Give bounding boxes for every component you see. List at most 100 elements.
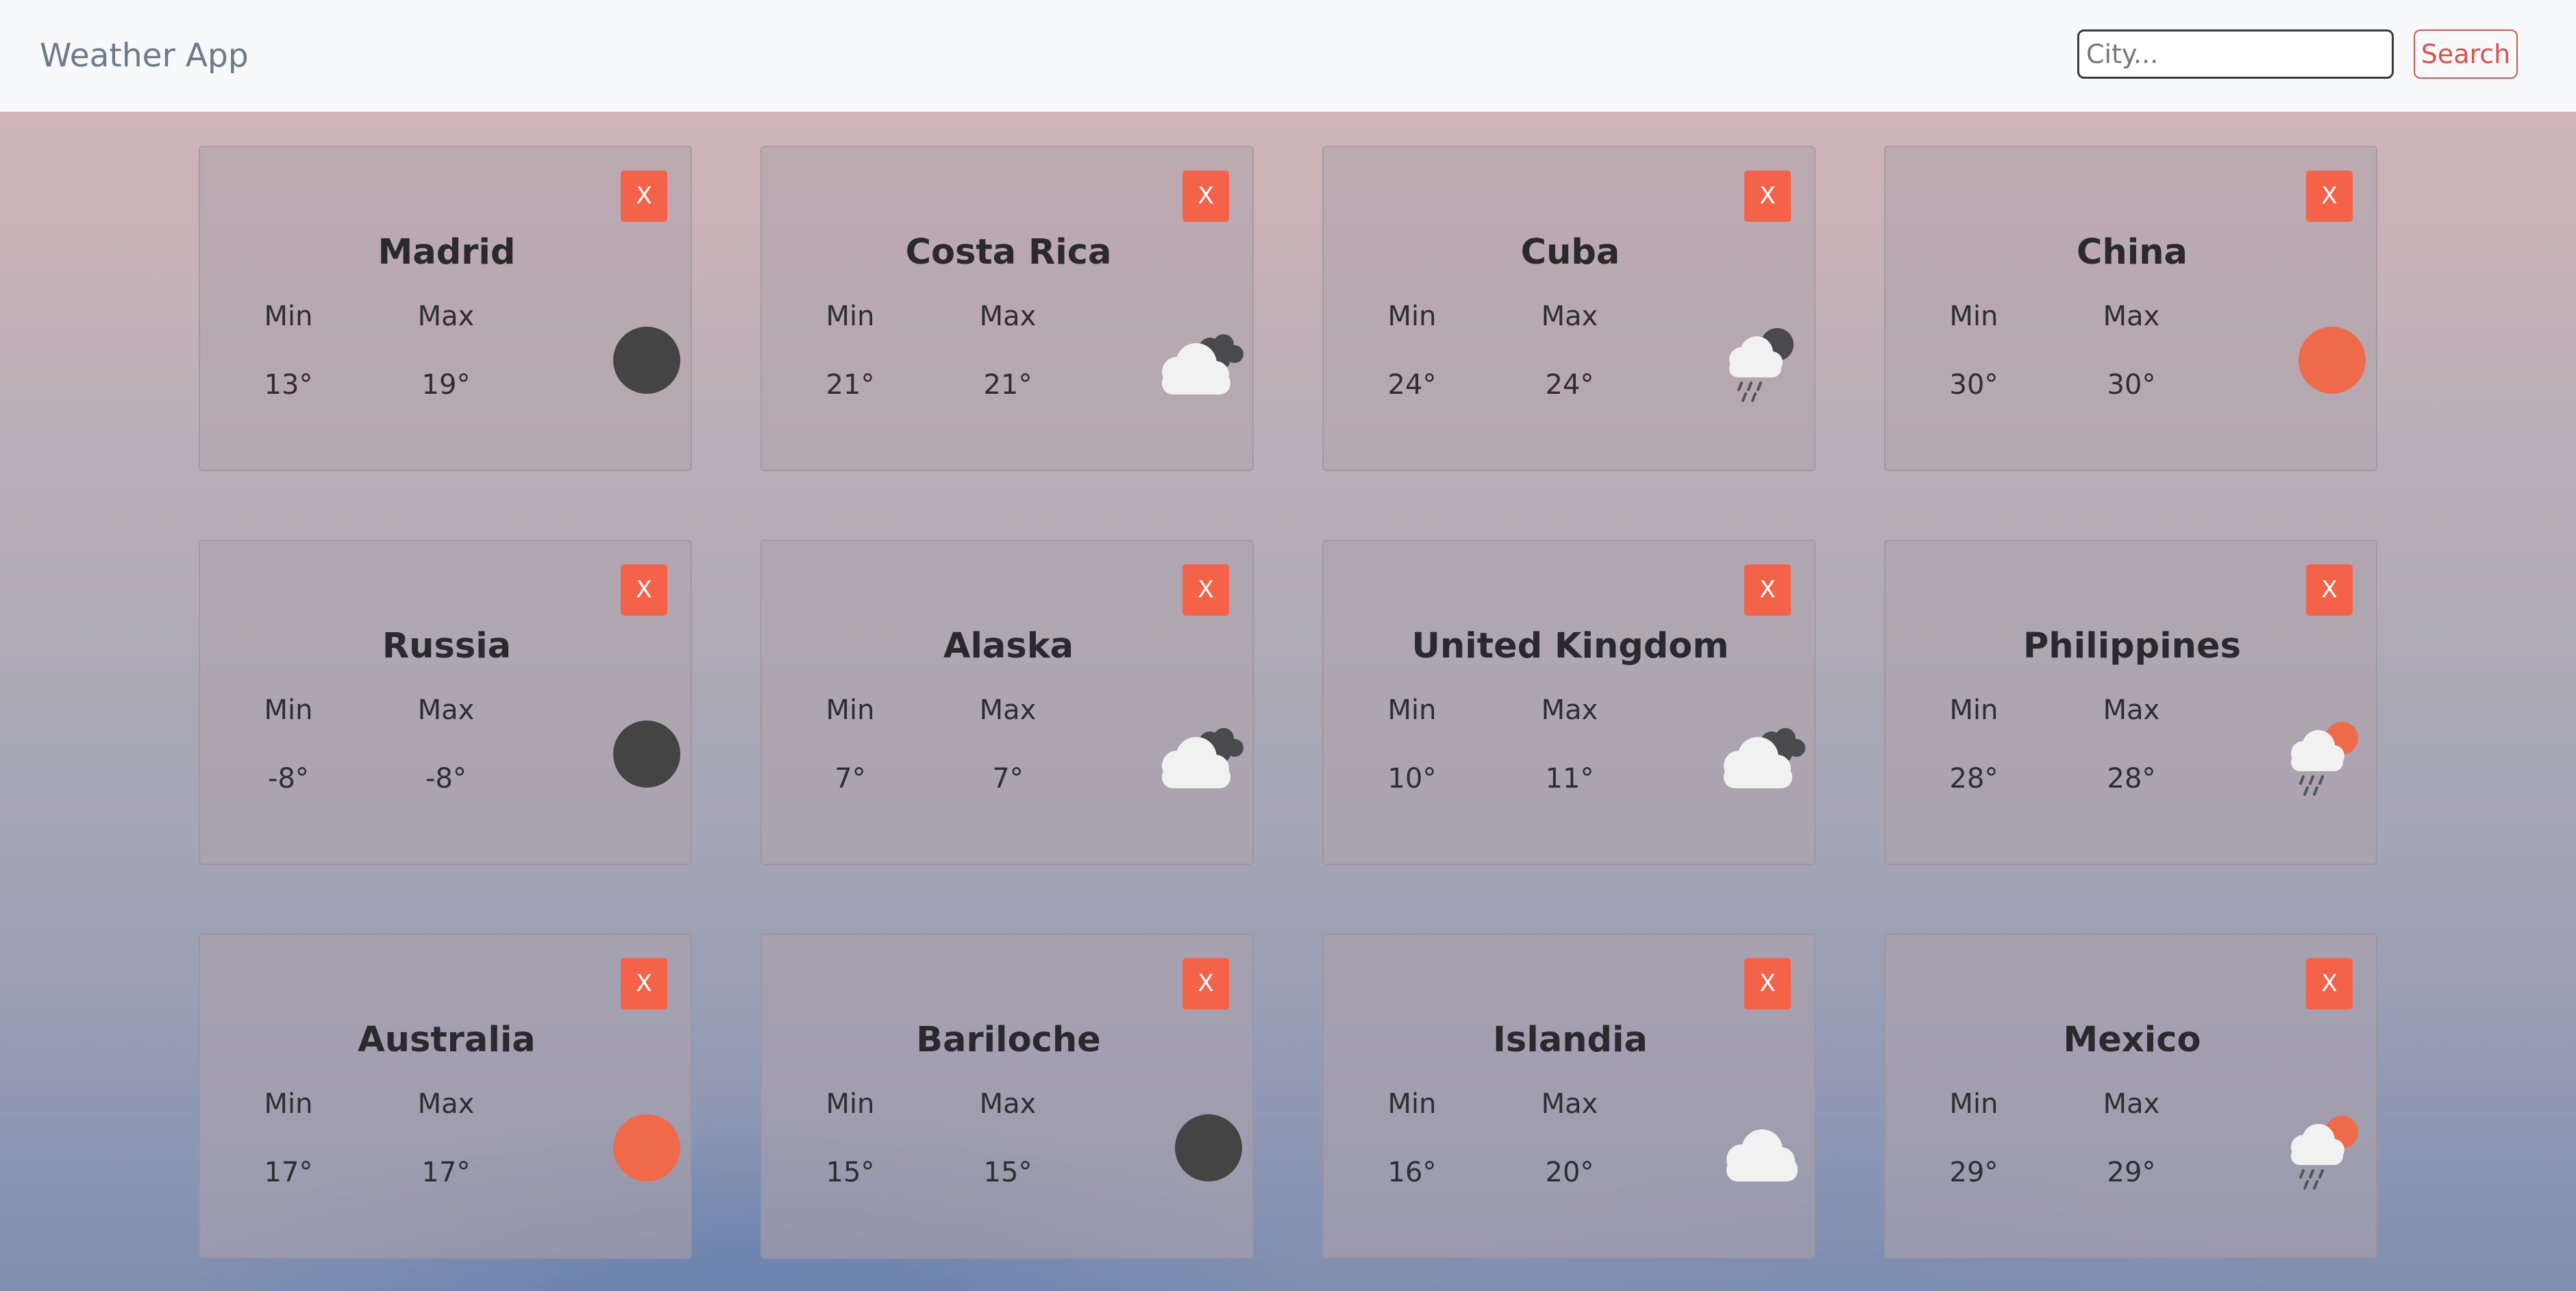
weather-card: X Bariloche Min Max 15° 15° bbox=[760, 933, 1254, 1259]
city-name: Mexico bbox=[2063, 1020, 2201, 1060]
max-label: Max bbox=[979, 301, 1037, 332]
city-name: Russia bbox=[382, 626, 512, 666]
max-label: Max bbox=[417, 301, 475, 332]
cloudy-icon bbox=[1150, 718, 1252, 800]
max-temperature: 17° bbox=[421, 1157, 471, 1188]
city-name: China bbox=[2077, 232, 2188, 273]
remove-card-button[interactable]: X bbox=[621, 958, 667, 1010]
max-temperature: 19° bbox=[421, 369, 471, 401]
max-temperature: 28° bbox=[2107, 763, 2156, 794]
dark-disc-icon bbox=[588, 324, 691, 406]
min-label: Min bbox=[264, 694, 313, 726]
min-label: Min bbox=[826, 301, 875, 332]
search-button[interactable]: Search bbox=[2414, 29, 2518, 79]
min-label: Min bbox=[264, 1088, 313, 1120]
min-label: Min bbox=[264, 301, 313, 332]
remove-card-button[interactable]: X bbox=[1744, 958, 1791, 1010]
city-name: Cuba bbox=[1520, 232, 1620, 273]
weather-card: X Mexico Min Max 29° 29° bbox=[1884, 933, 2377, 1259]
weather-cards-area: X Madrid Min Max 13° 19° X Costa Rica Min Max 21° 2… bbox=[0, 112, 2576, 1291]
city-name: Australia bbox=[358, 1020, 536, 1060]
weather-card: X Alaska Min Max 7° 7° bbox=[760, 540, 1254, 865]
min-temperature: 24° bbox=[1387, 369, 1437, 401]
max-temperature: 20° bbox=[1545, 1157, 1594, 1188]
min-temperature: 13° bbox=[264, 369, 313, 401]
dark-disc-icon bbox=[588, 718, 691, 800]
navbar: Weather App Search bbox=[0, 0, 2576, 112]
min-label: Min bbox=[826, 1088, 875, 1120]
sun-icon bbox=[588, 1112, 691, 1194]
max-label: Max bbox=[2103, 301, 2160, 332]
min-temperature: 10° bbox=[1387, 763, 1437, 794]
min-temperature: 28° bbox=[1949, 763, 1998, 794]
min-label: Min bbox=[1387, 1088, 1437, 1120]
cloudy-icon bbox=[1711, 718, 1814, 800]
min-temperature: 15° bbox=[826, 1157, 875, 1188]
city-name: Islandia bbox=[1493, 1020, 1648, 1060]
remove-card-button[interactable]: X bbox=[1182, 171, 1229, 222]
min-temperature: 30° bbox=[1949, 369, 1998, 401]
remove-card-button[interactable]: X bbox=[1744, 171, 1791, 222]
min-label: Min bbox=[1387, 301, 1437, 332]
max-label: Max bbox=[1541, 301, 1598, 332]
max-label: Max bbox=[417, 1088, 475, 1120]
weather-card: X China Min Max 30° 30° bbox=[1884, 146, 2377, 471]
rain-night-icon bbox=[1711, 324, 1814, 406]
max-temperature: 21° bbox=[983, 369, 1032, 401]
cloud-icon bbox=[1711, 1112, 1814, 1194]
max-label: Max bbox=[979, 1088, 1037, 1120]
max-label: Max bbox=[2103, 1088, 2160, 1120]
max-temperature: -8° bbox=[425, 763, 467, 794]
city-name: Madrid bbox=[377, 232, 516, 273]
min-temperature: 7° bbox=[834, 763, 866, 794]
sun-icon bbox=[2273, 324, 2376, 406]
cloudy-icon bbox=[1150, 324, 1252, 406]
max-temperature: 7° bbox=[992, 763, 1024, 794]
min-temperature: 16° bbox=[1387, 1157, 1437, 1188]
weather-card: X Australia Min Max 17° 17° bbox=[199, 933, 692, 1259]
max-label: Max bbox=[2103, 694, 2160, 726]
min-temperature: -8° bbox=[268, 763, 309, 794]
max-temperature: 11° bbox=[1545, 763, 1594, 794]
max-label: Max bbox=[417, 694, 475, 726]
remove-card-button[interactable]: X bbox=[1744, 564, 1791, 616]
weather-card: X Russia Min Max -8° -8° bbox=[199, 540, 692, 865]
city-name: Bariloche bbox=[916, 1020, 1101, 1060]
dark-disc-icon bbox=[1150, 1112, 1252, 1194]
min-label: Min bbox=[1949, 301, 1998, 332]
city-name: Costa Rica bbox=[905, 232, 1112, 273]
min-label: Min bbox=[1387, 694, 1437, 726]
max-label: Max bbox=[1541, 1088, 1598, 1120]
remove-card-button[interactable]: X bbox=[1182, 958, 1229, 1010]
weather-card: X United Kingdom Min Max 10° 11° bbox=[1322, 540, 1816, 865]
rain-sun-icon bbox=[2273, 718, 2376, 800]
weather-card: X Madrid Min Max 13° 19° bbox=[199, 146, 692, 471]
min-temperature: 21° bbox=[826, 369, 875, 401]
weather-card: X Islandia Min Max 16° 20° bbox=[1322, 933, 1816, 1259]
city-name: Alaska bbox=[943, 626, 1074, 666]
min-label: Min bbox=[826, 694, 875, 726]
remove-card-button[interactable]: X bbox=[621, 171, 667, 222]
max-label: Max bbox=[1541, 694, 1598, 726]
min-label: Min bbox=[1949, 1088, 1998, 1120]
remove-card-button[interactable]: X bbox=[2306, 958, 2353, 1010]
remove-card-button[interactable]: X bbox=[621, 564, 667, 616]
min-temperature: 29° bbox=[1949, 1157, 1998, 1188]
weather-card: X Cuba Min Max 24° 24° bbox=[1322, 146, 1816, 471]
app-brand[interactable]: Weather App bbox=[40, 34, 249, 78]
max-temperature: 15° bbox=[983, 1157, 1032, 1188]
city-name: Philippines bbox=[2023, 626, 2241, 666]
min-label: Min bbox=[1949, 694, 1998, 726]
weather-card: X Philippines Min Max 28° 28° bbox=[1884, 540, 2377, 865]
city-search-input[interactable] bbox=[2077, 29, 2394, 79]
city-name: United Kingdom bbox=[1411, 626, 1729, 666]
remove-card-button[interactable]: X bbox=[2306, 564, 2353, 616]
remove-card-button[interactable]: X bbox=[2306, 171, 2353, 222]
max-temperature: 30° bbox=[2107, 369, 2156, 401]
weather-card: X Costa Rica Min Max 21° 21° bbox=[760, 146, 1254, 471]
remove-card-button[interactable]: X bbox=[1182, 564, 1229, 616]
max-temperature: 24° bbox=[1545, 369, 1594, 401]
max-temperature: 29° bbox=[2107, 1157, 2156, 1188]
max-label: Max bbox=[979, 694, 1037, 726]
min-temperature: 17° bbox=[264, 1157, 313, 1188]
